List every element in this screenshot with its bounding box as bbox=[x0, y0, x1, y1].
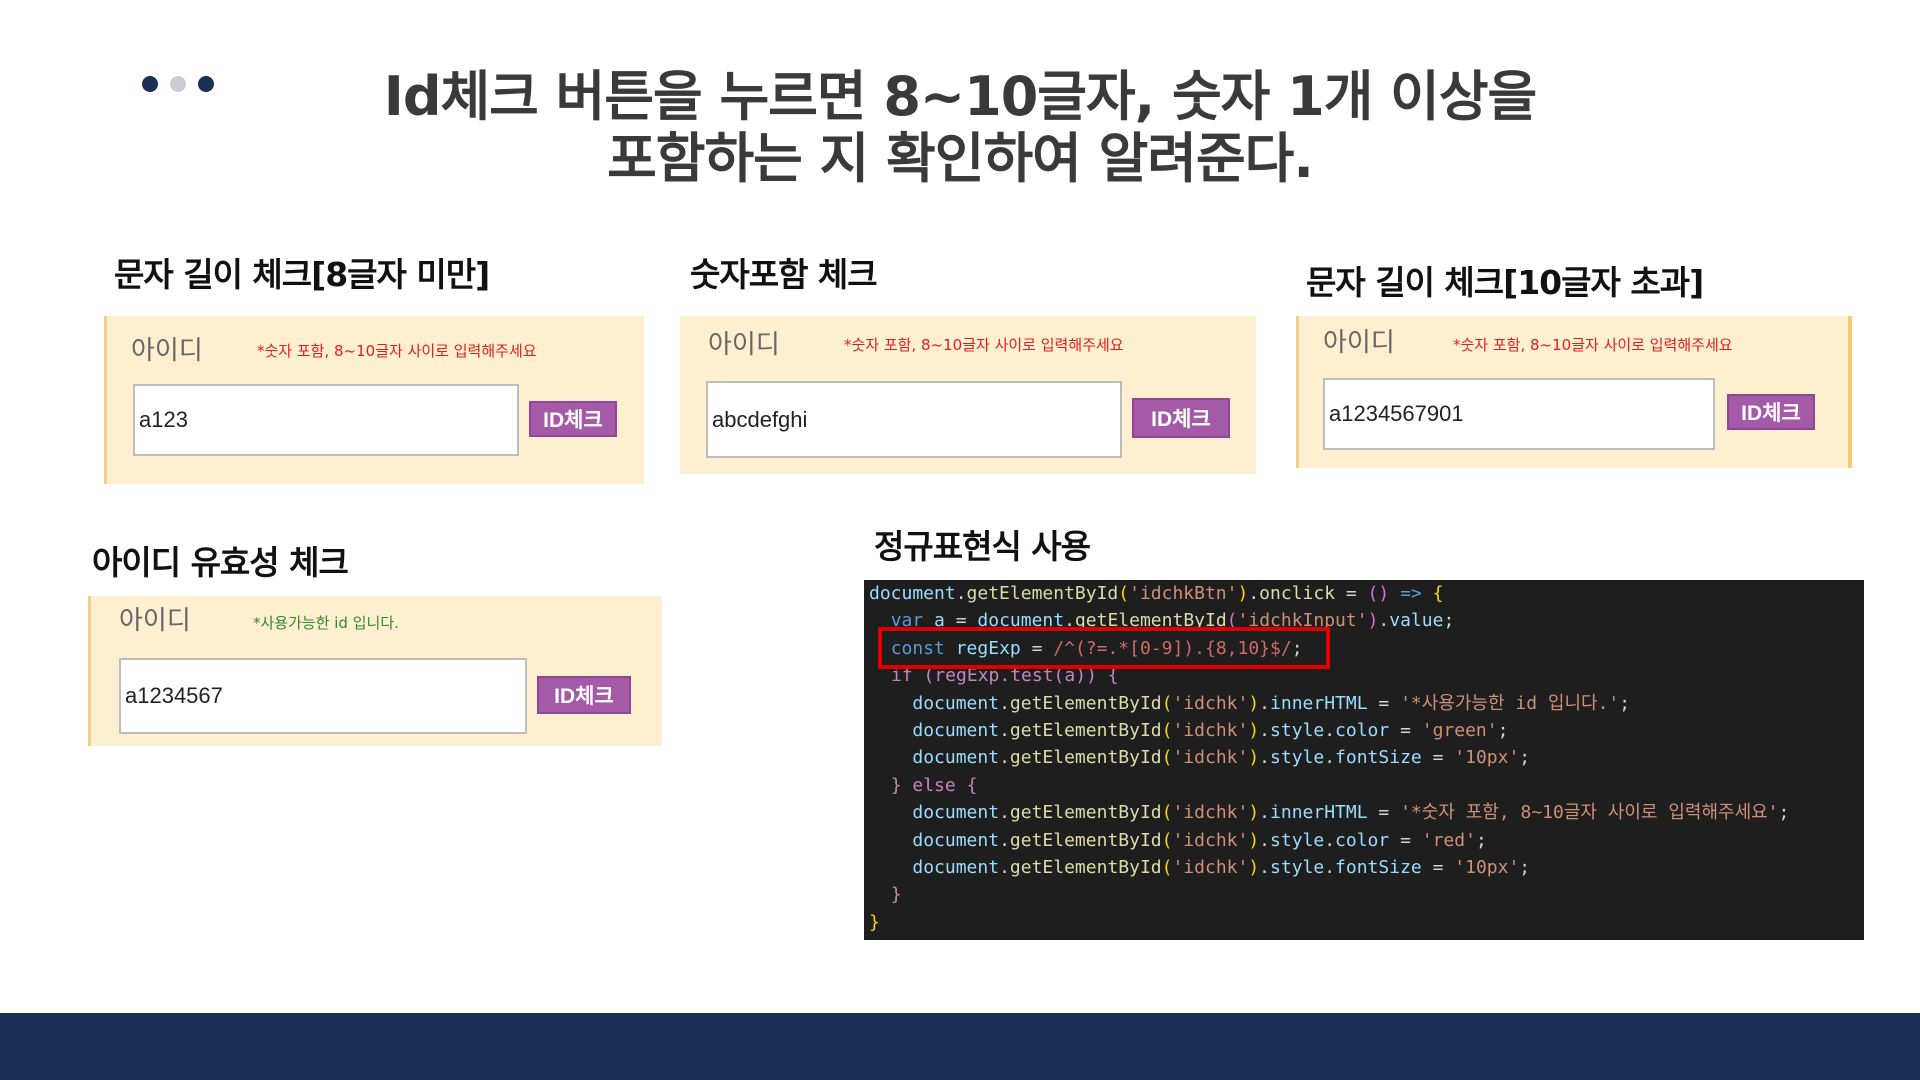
id-label: 아이디 bbox=[1323, 328, 1395, 358]
panel-length-under: 아이디 *숫자 포함, 8~10글자 사이로 입력해주세요 a123 ID체크 bbox=[104, 316, 644, 484]
id-input[interactable]: abcdefghi bbox=[706, 381, 1122, 458]
id-check-button[interactable]: ID체크 bbox=[1132, 398, 1230, 438]
code-line-13: } bbox=[869, 911, 880, 933]
id-input[interactable]: a1234567 bbox=[119, 658, 527, 734]
code-line-10: document.getElementById('idchk').style.c… bbox=[912, 829, 1487, 851]
id-hint: *숫자 포함, 8~10글자 사이로 입력해주세요 bbox=[844, 336, 1124, 354]
id-label: 아이디 bbox=[131, 336, 203, 366]
footer-bar bbox=[0, 1013, 1920, 1080]
code-line-9: document.getElementById('idchk').innerHT… bbox=[912, 802, 1790, 824]
heading-length-over: 문자 길이 체크[10글자 초과] bbox=[1306, 263, 1704, 302]
id-hint: *숫자 포함, 8~10글자 사이로 입력해주세요 bbox=[1453, 336, 1733, 354]
slide-title-line1: Id체크 버튼을 누르면 8~10글자, 숫자 1개 이상을 bbox=[383, 65, 1537, 128]
heading-id-valid: 아이디 유효성 체크 bbox=[92, 543, 349, 582]
id-label: 아이디 bbox=[119, 606, 191, 636]
dot-2 bbox=[170, 76, 186, 92]
panel-length-over: 아이디 *숫자 포함, 8~10글자 사이로 입력해주세요 a123456790… bbox=[1296, 316, 1852, 468]
heading-length-under: 문자 길이 체크[8글자 미만] bbox=[114, 255, 490, 294]
id-check-button[interactable]: ID체크 bbox=[1727, 394, 1815, 430]
dot-1 bbox=[142, 76, 158, 92]
code-line-7: document.getElementById('idchk').style.f… bbox=[912, 747, 1531, 769]
code-line-8: } else { bbox=[890, 774, 978, 796]
code-line-12: } bbox=[890, 884, 902, 906]
slide-title: Id체크 버튼을 누르면 8~10글자, 숫자 1개 이상을 포함하는 지 확인… bbox=[240, 66, 1680, 190]
id-input[interactable]: a1234567901 bbox=[1323, 378, 1715, 450]
slide-title-line2: 포함하는 지 확인하여 알려준다. bbox=[607, 127, 1314, 190]
heading-regex: 정규표현식 사용 bbox=[874, 527, 1091, 566]
code-line-5: document.getElementById('idchk').innerHT… bbox=[912, 692, 1631, 714]
code-line-11: document.getElementById('idchk').style.f… bbox=[912, 856, 1531, 878]
heading-number-check: 숫자포함 체크 bbox=[690, 255, 878, 294]
panel-number-check: 아이디 *숫자 포함, 8~10글자 사이로 입력해주세요 abcdefghi … bbox=[680, 316, 1256, 474]
dot-3 bbox=[198, 76, 214, 92]
id-check-button[interactable]: ID체크 bbox=[529, 401, 617, 437]
decorative-dots bbox=[142, 76, 214, 92]
id-hint: *숫자 포함, 8~10글자 사이로 입력해주세요 bbox=[257, 342, 537, 360]
panel-id-valid: 아이디 *사용가능한 id 입니다. a1234567 ID체크 bbox=[88, 596, 662, 746]
code-line-6: document.getElementById('idchk').style.c… bbox=[912, 719, 1509, 741]
regex-highlight-box bbox=[878, 627, 1330, 669]
id-input[interactable]: a123 bbox=[133, 384, 519, 456]
id-label: 아이디 bbox=[708, 330, 780, 360]
id-hint: *사용가능한 id 입니다. bbox=[253, 614, 399, 632]
code-line-1: document.getElementById('idchkBtn').oncl… bbox=[869, 583, 1444, 604]
id-check-button[interactable]: ID체크 bbox=[537, 676, 631, 714]
